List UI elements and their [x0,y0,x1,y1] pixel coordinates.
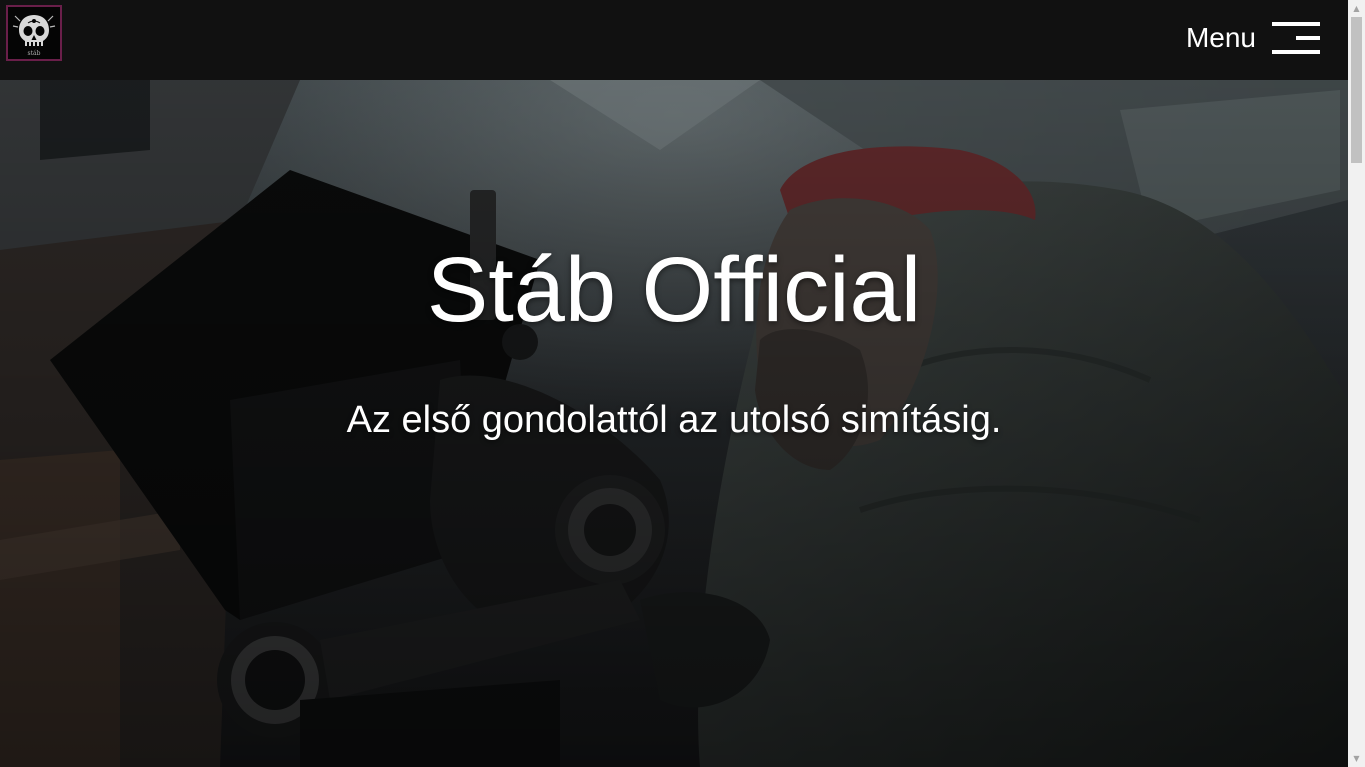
site-logo[interactable]: stáb [6,5,62,61]
scrollbar-thumb[interactable] [1351,17,1362,163]
hero-subtitle: Az első gondolattól az utolsó simításig. [346,399,1002,441]
svg-text:stáb: stáb [28,50,41,57]
menu-label: Menu [1185,22,1256,53]
scroll-down-arrow-icon[interactable]: ▼ [1348,750,1365,767]
hamburger-icon [1272,22,1320,54]
skull-logo-icon: stáb [8,7,60,59]
hero-section: Stáb Official Az első gondolattól az uto… [0,80,1348,767]
menu-button[interactable]: Menu [1186,18,1320,58]
hero-title: Stáb Official [426,239,922,341]
scroll-up-arrow-icon[interactable]: ▲ [1348,0,1365,17]
site-header: stáb Menu [0,0,1348,80]
vertical-scrollbar[interactable]: ▲ ▼ [1348,0,1365,767]
page: stáb Menu Stáb Official Az első gondolat… [0,0,1365,767]
